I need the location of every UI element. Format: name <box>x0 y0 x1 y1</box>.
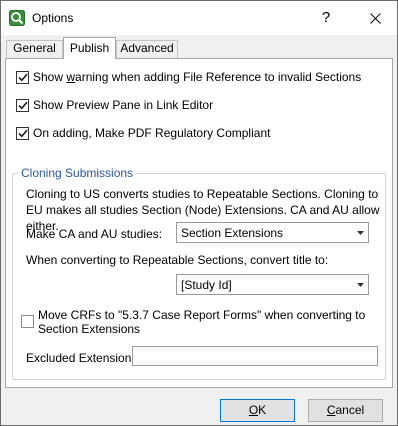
convert-title-value: [Study Id] <box>181 278 232 292</box>
checkbox-box[interactable] <box>16 98 29 112</box>
checkbox-box[interactable] <box>16 126 29 140</box>
excluded-extensions-input[interactable] <box>132 346 378 366</box>
tab-bar: General Publish Advanced <box>1 37 397 59</box>
pdf-compliant-checkbox[interactable]: On adding, Make PDF Regulatory Compliant <box>16 126 270 140</box>
label-text: arning when adding File Reference to inv… <box>75 70 362 84</box>
move-crfs-checkbox[interactable]: Move CRFs to "5.3.7 Case Report Forms" w… <box>21 308 376 340</box>
pdf-compliant-label: On adding, Make PDF Regulatory Compliant <box>33 126 271 140</box>
chevron-down-icon <box>353 275 368 294</box>
move-crfs-label: Move CRFs to "5.3.7 Case Report Forms" w… <box>38 308 366 336</box>
button-label: ancel <box>335 403 365 417</box>
convert-title-label: When converting to Repeatable Sections, … <box>26 253 329 267</box>
ok-button[interactable]: OK <box>220 399 295 422</box>
mnemonic-char: O <box>248 403 259 417</box>
tab-publish[interactable]: Publish <box>63 37 116 59</box>
button-label: K <box>258 403 267 417</box>
checkbox-box[interactable] <box>16 70 29 84</box>
checkmark-icon <box>17 73 28 81</box>
options-dialog: Options ? General Publish Advanced Show … <box>0 0 398 426</box>
ca-au-label: Make CA and AU studies: <box>26 227 163 241</box>
show-preview-pane-label: Show Preview Pane in Link Editor <box>33 98 214 112</box>
app-icon <box>9 10 25 26</box>
help-button[interactable]: ? <box>311 1 341 35</box>
show-warning-label: Show warning when adding File Reference … <box>33 70 361 84</box>
chevron-down-icon <box>353 223 368 242</box>
title-bar: Options ? <box>1 1 397 35</box>
convert-title-select[interactable]: [Study Id] <box>176 274 369 295</box>
checkmark-icon <box>17 101 28 109</box>
close-icon <box>369 13 381 25</box>
tab-advanced[interactable]: Advanced <box>116 40 178 58</box>
close-button[interactable] <box>358 1 392 35</box>
cancel-button[interactable]: Cancel <box>308 399 383 422</box>
dialog-title: Options <box>32 11 74 25</box>
group-legend: Cloning Submissions <box>18 166 137 180</box>
mnemonic-char: w <box>66 70 76 84</box>
cloning-submissions-group: Cloning Submissions Cloning to US conver… <box>12 166 386 380</box>
checkmark-icon <box>17 129 28 137</box>
show-warning-checkbox[interactable]: Show warning when adding File Reference … <box>16 70 361 84</box>
show-preview-pane-checkbox[interactable]: Show Preview Pane in Link Editor <box>16 98 213 112</box>
publish-panel: Show warning when adding File Reference … <box>5 58 393 388</box>
ca-au-select[interactable]: Section Extensions <box>176 222 369 243</box>
ca-au-value: Section Extensions <box>181 226 284 240</box>
checkbox-box[interactable] <box>21 315 34 328</box>
label-text: Show <box>33 70 67 84</box>
excluded-extensions-label: Excluded Extensions <box>26 351 138 365</box>
tab-general[interactable]: General <box>6 40 63 58</box>
